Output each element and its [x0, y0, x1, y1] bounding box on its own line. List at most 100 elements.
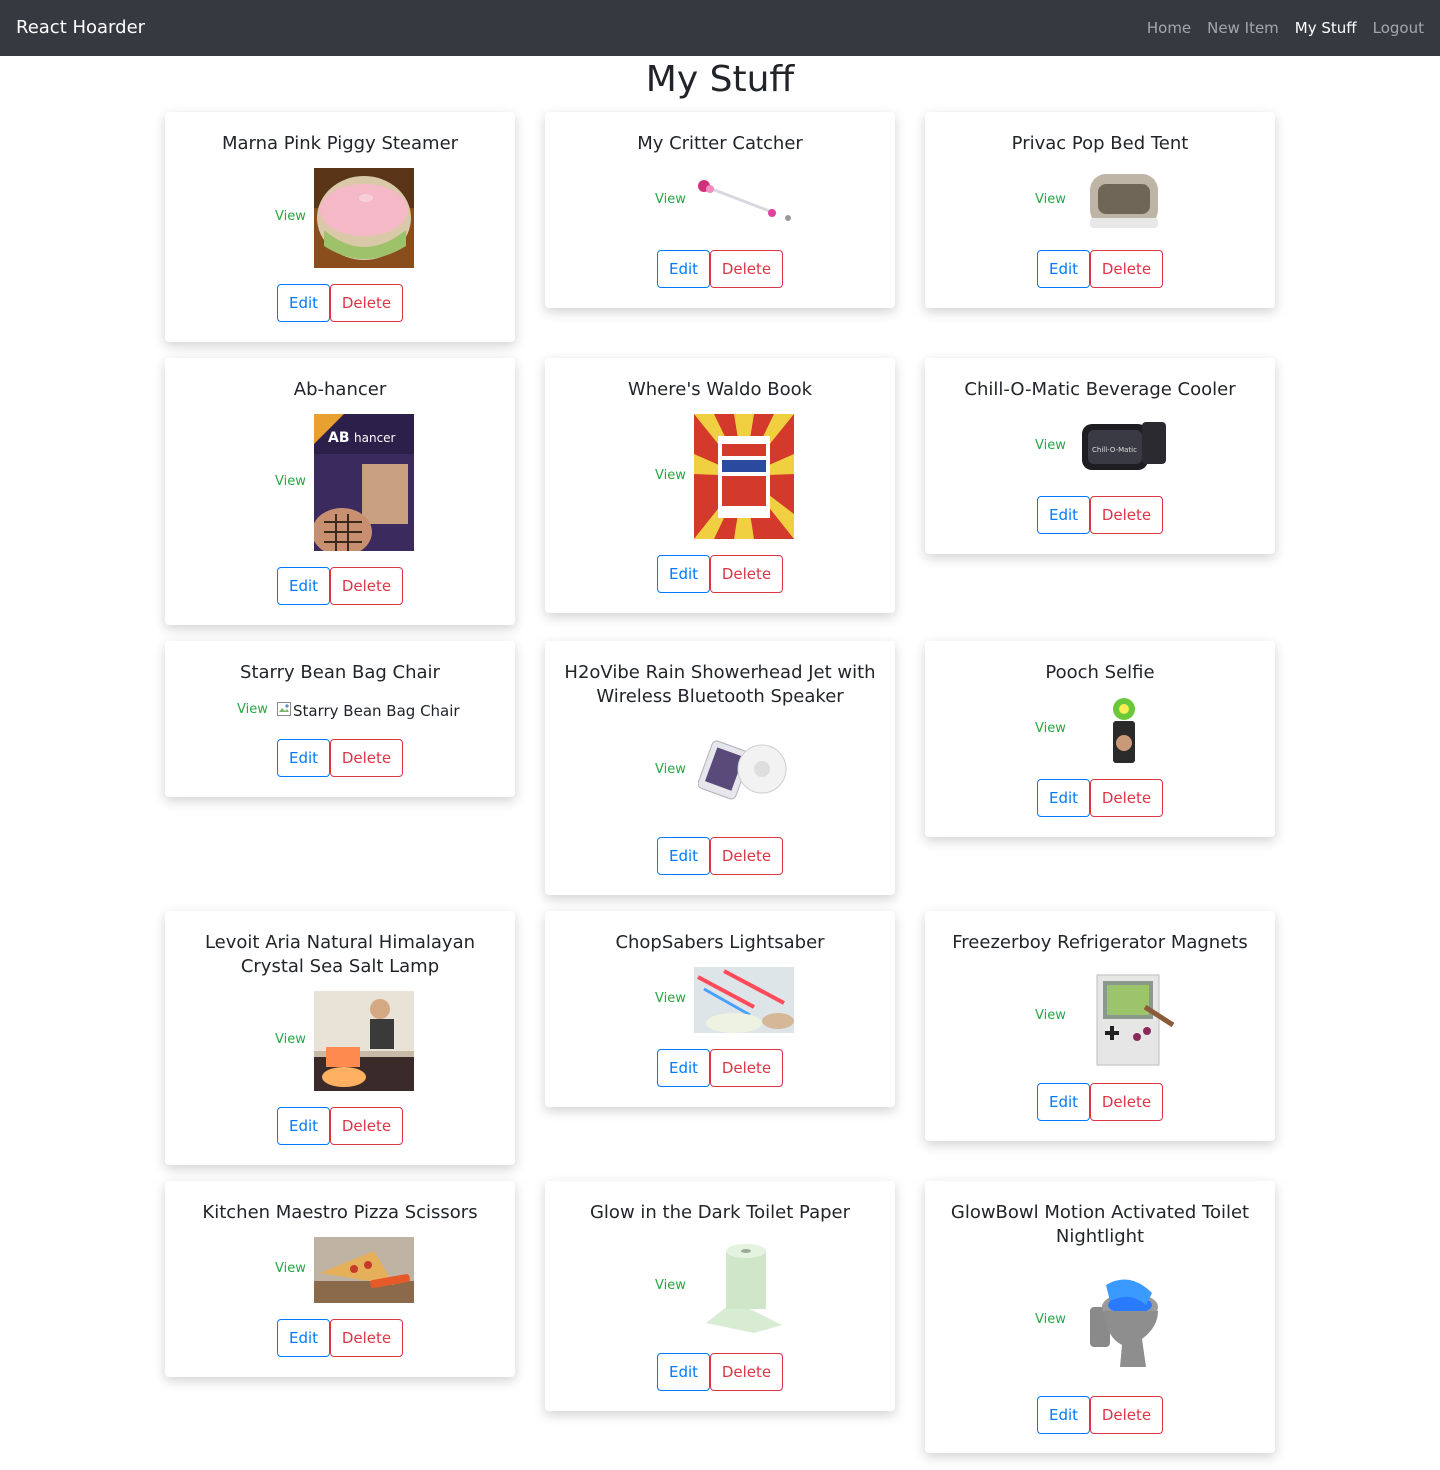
- edit-button[interactable]: Edit: [657, 250, 710, 288]
- page-title: My Stuff: [645, 59, 795, 100]
- delete-button[interactable]: Delete: [330, 1107, 403, 1145]
- view-link[interactable]: View: [275, 1032, 306, 1048]
- item-title: ChopSabers Lightsaber: [615, 932, 825, 953]
- nav-link-new-item[interactable]: New Item: [1207, 18, 1279, 38]
- delete-button[interactable]: Delete: [710, 837, 783, 875]
- item-card: Starry Bean Bag Chair View Starry Bean B…: [165, 641, 515, 797]
- item-title: My Critter Catcher: [637, 133, 803, 154]
- view-link[interactable]: View: [1035, 192, 1066, 208]
- item-card: Kitchen Maestro Pizza Scissors View Edit…: [165, 1181, 515, 1377]
- item-title: Levoit Aria Natural Himalayan Crystal Se…: [204, 932, 476, 977]
- view-link[interactable]: View: [1035, 1008, 1066, 1024]
- delete-button[interactable]: Delete: [1090, 250, 1163, 288]
- item-card: Where's Waldo Book View Edit Delete: [545, 358, 895, 613]
- item-image: [314, 991, 414, 1091]
- delete-button[interactable]: Delete: [330, 1319, 403, 1357]
- view-link[interactable]: View: [655, 762, 686, 778]
- edit-button[interactable]: Edit: [277, 567, 330, 605]
- item-image: Chill-O-Matic: [1078, 414, 1170, 480]
- image-alt-text: Starry Bean Bag Chair: [293, 702, 460, 720]
- item-card: GlowBowl Motion Activated Toilet Nightli…: [925, 1181, 1275, 1453]
- item-image: [1086, 1271, 1162, 1371]
- item-image: [314, 168, 414, 268]
- edit-button[interactable]: Edit: [1037, 496, 1090, 534]
- item-title: GlowBowl Motion Activated Toilet Nightli…: [950, 1202, 1250, 1247]
- item-image: [694, 178, 794, 224]
- view-link[interactable]: View: [655, 991, 686, 1007]
- item-card: ChopSabers Lightsaber View Edit Delete: [545, 911, 895, 1107]
- item-card: H2oVibe Rain Showerhead Jet with Wireles…: [545, 641, 895, 895]
- item-title: Ab-hancer: [293, 379, 387, 400]
- item-image: AB hancer: [314, 414, 414, 551]
- delete-button[interactable]: Delete: [1090, 1396, 1163, 1434]
- view-link[interactable]: View: [1035, 1312, 1066, 1328]
- edit-button[interactable]: Edit: [277, 739, 330, 777]
- item-title: Freezerboy Refrigerator Magnets: [952, 932, 1248, 953]
- delete-button[interactable]: Delete: [330, 739, 403, 777]
- edit-button[interactable]: Edit: [277, 284, 330, 322]
- item-title: Starry Bean Bag Chair: [240, 662, 440, 683]
- svg-text:AB: AB: [328, 430, 350, 446]
- brand-link[interactable]: React Hoarder: [16, 16, 145, 40]
- view-link[interactable]: View: [275, 474, 306, 490]
- svg-text:hancer: hancer: [354, 431, 396, 445]
- item-image: [314, 1237, 414, 1303]
- edit-button[interactable]: Edit: [277, 1107, 330, 1145]
- delete-button[interactable]: Delete: [710, 555, 783, 593]
- delete-button[interactable]: Delete: [330, 284, 403, 322]
- view-link[interactable]: View: [275, 1261, 306, 1277]
- edit-button[interactable]: Edit: [657, 1353, 710, 1391]
- item-card: Chill-O-Matic Beverage Cooler View Chill…: [925, 358, 1275, 554]
- item-title: Glow in the Dark Toilet Paper: [589, 1202, 850, 1223]
- item-title: Chill-O-Matic Beverage Cooler: [964, 379, 1236, 400]
- broken-image-icon: [276, 701, 292, 717]
- view-link[interactable]: View: [275, 209, 306, 225]
- edit-button[interactable]: Edit: [657, 1049, 710, 1087]
- item-card: Ab-hancer View AB hancer Edit Delete: [165, 358, 515, 625]
- item-title: H2oVibe Rain Showerhead Jet with Wireles…: [564, 662, 876, 707]
- item-image: [694, 967, 794, 1033]
- item-title: Where's Waldo Book: [627, 379, 813, 400]
- nav-link-logout[interactable]: Logout: [1373, 18, 1424, 38]
- delete-button[interactable]: Delete: [1090, 496, 1163, 534]
- item-card: Freezerboy Refrigerator Magnets View Edi…: [925, 911, 1275, 1141]
- item-card: My Critter Catcher View Edit Delete: [545, 112, 895, 308]
- delete-button[interactable]: Delete: [330, 567, 403, 605]
- item-image: [694, 414, 794, 539]
- delete-button[interactable]: Delete: [1090, 779, 1163, 817]
- item-image: [1095, 967, 1175, 1067]
- item-image: [698, 733, 790, 803]
- item-title: Kitchen Maestro Pizza Scissors: [202, 1202, 478, 1223]
- view-link[interactable]: View: [655, 468, 686, 484]
- item-image: [704, 1241, 784, 1335]
- navbar: React Hoarder Home New Item My Stuff Log…: [0, 0, 1440, 56]
- view-link[interactable]: View: [655, 192, 686, 208]
- view-link[interactable]: View: [237, 702, 268, 718]
- nav-links: Home New Item My Stuff Logout: [1147, 18, 1424, 38]
- item-image: [1086, 168, 1162, 232]
- item-card: Marna Pink Piggy Steamer View Edit Delet…: [165, 112, 515, 342]
- svg-text:Chill-O-Matic: Chill-O-Matic: [1092, 446, 1137, 454]
- edit-button[interactable]: Edit: [1037, 250, 1090, 288]
- edit-button[interactable]: Edit: [1037, 1396, 1090, 1434]
- item-card: Pooch Selfie View Edit Delete: [925, 641, 1275, 837]
- nav-link-my-stuff[interactable]: My Stuff: [1295, 18, 1357, 38]
- delete-button[interactable]: Delete: [1090, 1083, 1163, 1121]
- view-link[interactable]: View: [1035, 438, 1066, 454]
- item-card: Levoit Aria Natural Himalayan Crystal Se…: [165, 911, 515, 1165]
- edit-button[interactable]: Edit: [657, 837, 710, 875]
- edit-button[interactable]: Edit: [277, 1319, 330, 1357]
- item-title: Pooch Selfie: [1045, 662, 1155, 683]
- edit-button[interactable]: Edit: [1037, 779, 1090, 817]
- item-title: Marna Pink Piggy Steamer: [221, 133, 459, 154]
- edit-button[interactable]: Edit: [657, 555, 710, 593]
- view-link[interactable]: View: [1035, 721, 1066, 737]
- item-title: Privac Pop Bed Tent: [1011, 133, 1189, 154]
- delete-button[interactable]: Delete: [710, 1353, 783, 1391]
- edit-button[interactable]: Edit: [1037, 1083, 1090, 1121]
- item-card: Privac Pop Bed Tent View Edit Delete: [925, 112, 1275, 308]
- nav-link-home[interactable]: Home: [1147, 18, 1191, 38]
- view-link[interactable]: View: [655, 1278, 686, 1294]
- delete-button[interactable]: Delete: [710, 1049, 783, 1087]
- delete-button[interactable]: Delete: [710, 250, 783, 288]
